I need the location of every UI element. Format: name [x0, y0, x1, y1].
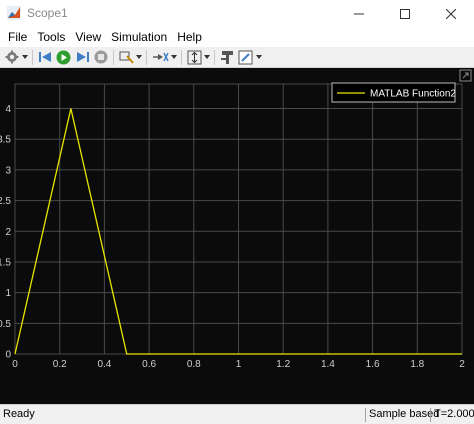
x-ticks: 0 0.2 0.4 0.6 0.8 1 1.2 1.4 1.6 1.8 2 — [12, 359, 465, 370]
status-divider — [430, 408, 431, 422]
y-tick-label: 3 — [5, 165, 11, 176]
window-title: Scope1 — [27, 6, 68, 20]
y-tick-label: 1 — [5, 288, 11, 299]
grid — [14, 83, 463, 355]
menu-file[interactable]: File — [3, 27, 32, 47]
minimize-icon — [354, 13, 364, 14]
y-tick-label: 2 — [5, 227, 11, 238]
matlab-icon — [7, 6, 21, 20]
y-tick-label: 2.5 — [0, 196, 11, 207]
expand-arrow-icon — [462, 72, 469, 79]
toolbar-separator — [146, 50, 147, 65]
x-tick-label: 1.2 — [276, 359, 290, 370]
signal-select-icon — [152, 52, 169, 62]
y-tick-label: 0.5 — [0, 319, 11, 330]
status-sample-mode: Sample based — [369, 408, 440, 420]
y-tick-label: 0 — [5, 350, 11, 361]
highlight-dropdown[interactable] — [135, 49, 143, 65]
y-tick-label: 1.5 — [0, 257, 11, 268]
step-back-icon — [38, 52, 51, 62]
step-forward-icon — [76, 52, 89, 62]
title-bar: Scope1 — [0, 0, 474, 27]
toolbar-separator — [113, 50, 114, 65]
x-tick-label: 0.6 — [142, 359, 156, 370]
settings-button[interactable] — [4, 49, 20, 65]
legend[interactable]: MATLAB Function2 — [331, 82, 456, 103]
menu-help[interactable]: Help — [172, 27, 207, 47]
x-tick-label: 0.8 — [187, 359, 201, 370]
toolbar-separator — [214, 50, 215, 65]
close-button[interactable] — [428, 0, 474, 27]
menu-simulation[interactable]: Simulation — [106, 27, 172, 47]
status-divider — [365, 408, 366, 422]
maximize-icon — [400, 8, 410, 19]
dropdown-icon — [256, 55, 262, 59]
legend-label: MATLAB Function2 — [370, 89, 456, 100]
stop-button[interactable] — [93, 49, 109, 65]
step-forward-button[interactable] — [74, 49, 90, 65]
zoom-dropdown[interactable] — [203, 49, 211, 65]
status-bar: Ready Sample based T=2.000 — [0, 404, 474, 424]
signal-select-dropdown[interactable] — [170, 49, 178, 65]
x-tick-label: 1.8 — [410, 359, 424, 370]
highlight-icon — [119, 51, 134, 64]
menu-view[interactable]: View — [70, 27, 106, 47]
properties-dropdown[interactable] — [255, 49, 263, 65]
toolbar-separator — [181, 50, 182, 65]
zoom-fit-icon — [187, 50, 201, 64]
step-back-button[interactable] — [37, 49, 53, 65]
properties-icon — [238, 50, 252, 64]
x-tick-label: 2 — [459, 359, 465, 370]
status-ready: Ready — [3, 408, 35, 420]
x-tick-label: 0 — [12, 359, 18, 370]
scope-plot-area[interactable]: 0 0.2 0.4 0.6 0.8 1 1.2 1.4 1.6 1.8 2 0 0.5 1 1.5 2 2.5… — [0, 68, 474, 404]
stop-icon — [94, 50, 108, 64]
properties-button[interactable] — [237, 49, 253, 65]
y-tick-label: 3.5 — [0, 135, 11, 146]
expand-axes-button[interactable] — [459, 69, 472, 82]
signal-select-button[interactable] — [151, 49, 169, 65]
settings-icon — [5, 50, 19, 64]
maximize-button[interactable] — [382, 0, 428, 27]
x-tick-label: 0.2 — [53, 359, 67, 370]
style-icon — [220, 50, 233, 64]
x-tick-label: 1.4 — [321, 359, 335, 370]
x-tick-label: 1 — [236, 359, 242, 370]
dropdown-icon — [136, 55, 142, 59]
y-ticks: 0 0.5 1 1.5 2 2.5 3 3.5 4 — [0, 104, 11, 360]
close-icon — [446, 8, 456, 19]
x-tick-label: 1.6 — [366, 359, 380, 370]
settings-dropdown[interactable] — [21, 49, 29, 65]
zoom-fit-button[interactable] — [186, 49, 202, 65]
menu-tools[interactable]: Tools — [32, 27, 70, 47]
highlight-button[interactable] — [118, 49, 134, 65]
minimize-button[interactable] — [336, 0, 382, 27]
menu-bar: File Tools View Simulation Help — [0, 27, 474, 47]
run-icon — [56, 50, 70, 64]
status-sim-time: T=2.000 — [434, 408, 474, 420]
y-tick-label: 4 — [5, 104, 11, 115]
run-button[interactable] — [55, 49, 71, 65]
dropdown-icon — [204, 55, 210, 59]
x-tick-label: 0.4 — [97, 359, 111, 370]
style-button[interactable] — [219, 49, 235, 65]
toolbar — [0, 47, 474, 68]
dropdown-icon — [22, 55, 28, 59]
dropdown-icon — [171, 55, 177, 59]
toolbar-separator — [32, 50, 33, 65]
scope-plot[interactable]: 0 0.2 0.4 0.6 0.8 1 1.2 1.4 1.6 1.8 2 0 0.5 1 1.5 2 2.5… — [0, 68, 474, 404]
